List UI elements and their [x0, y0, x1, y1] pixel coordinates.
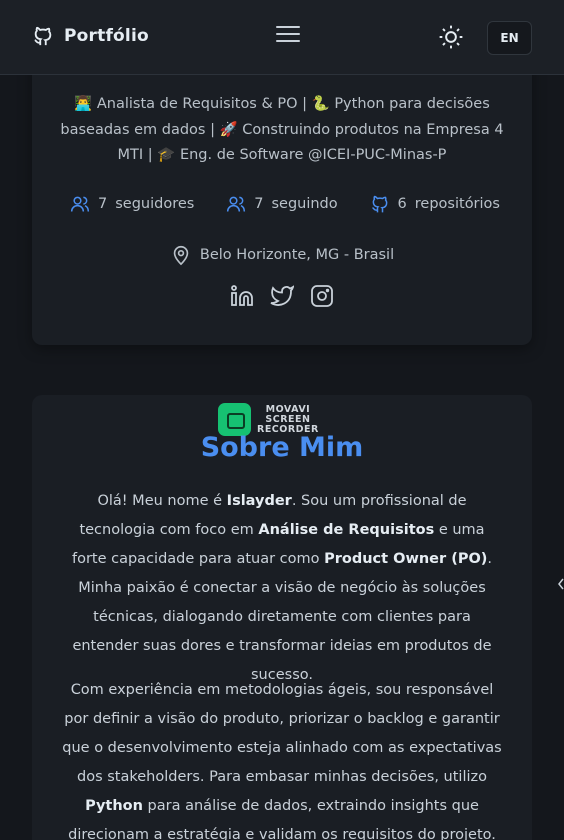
followers-count: 7: [98, 196, 108, 212]
user-icon: [227, 196, 246, 212]
about-paragraph-2: Com experiência em metodologias ágeis, s…: [62, 682, 502, 840]
following-stat[interactable]: 7 seguindo: [226, 194, 338, 214]
recorder-watermark-text: MOVAVI SCREEN RECORDER: [257, 403, 319, 435]
brand[interactable]: Portfólio: [32, 24, 149, 48]
repos-count: 6: [397, 196, 407, 212]
repos-stat[interactable]: 6 repositórios: [370, 194, 500, 214]
language-button[interactable]: EN: [487, 21, 532, 55]
about-paragraph-1: Olá! Meu nome é Islayder. Sou um profiss…: [71, 493, 493, 683]
following-label: seguindo: [271, 196, 338, 212]
menu-button[interactable]: [276, 26, 300, 46]
navbar: Portfólio EN: [0, 0, 564, 75]
instagram-icon[interactable]: [310, 284, 334, 308]
location-text: Belo Horizonte, MG - Brasil: [199, 247, 395, 263]
brand-text: Portfólio: [64, 26, 149, 46]
profile-stats: 7 seguidores 7 seguindo 6 repositórios: [70, 194, 500, 214]
users-icon: [70, 196, 90, 212]
hamburger-icon: [276, 26, 300, 28]
sun-icon[interactable]: [438, 24, 464, 50]
linkedin-icon[interactable]: [230, 284, 254, 308]
profile-location: Belo Horizonte, MG - Brasil: [0, 243, 564, 267]
map-pin-icon: [173, 245, 189, 266]
following-count: 7: [254, 196, 264, 212]
about-title: Sobre Mim: [200, 432, 364, 463]
followers-label: seguidores: [115, 196, 195, 212]
chevron-left-icon[interactable]: [558, 578, 564, 590]
github-logo-icon: [34, 26, 52, 46]
social-links: [0, 284, 564, 308]
github-icon: [371, 195, 387, 213]
twitter-icon[interactable]: [270, 284, 294, 308]
profile-bio: 👨‍💻 Analista de Requisitos & PO | 🐍 Pyth…: [60, 96, 504, 163]
repos-label: repositórios: [414, 196, 500, 212]
followers-stat[interactable]: 7 seguidores: [70, 194, 194, 214]
